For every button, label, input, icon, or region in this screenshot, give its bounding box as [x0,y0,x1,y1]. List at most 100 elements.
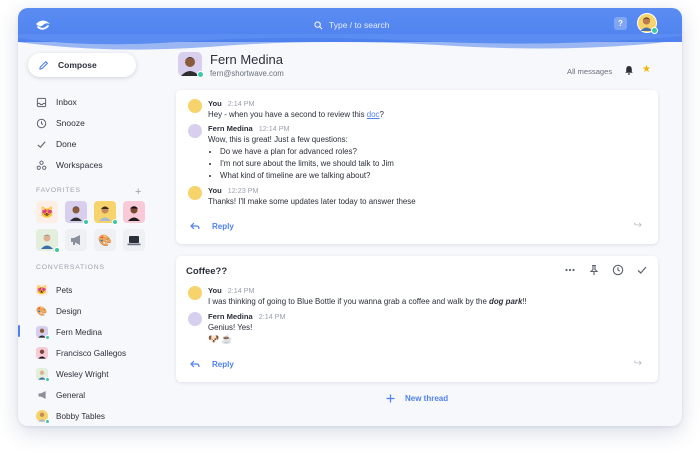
favorite-francisco-gallegos[interactable] [123,201,145,223]
app-window: Type / to search ? Compose Inbox Snooze … [18,8,682,426]
favorite-bobby-tables[interactable] [94,201,118,225]
conversation-item-wesley-wright[interactable]: Wesley Wright [36,367,108,382]
nav-item-done[interactable]: Done [36,137,76,151]
reply-icon [190,360,200,368]
user-avatar[interactable] [637,13,658,34]
bell-icon[interactable] [624,65,634,75]
conversations-heading: CONVERSATIONS [36,264,105,271]
nav-item-snooze[interactable]: Snooze [36,116,85,130]
pencil-icon [39,60,48,70]
message-time: 2:14 PM [258,312,286,321]
online-status-dot [45,419,50,424]
conversation-item-bobby-tables[interactable]: Bobby Tables [36,409,106,424]
shortwave-logo-icon[interactable] [34,16,52,34]
reply-button[interactable]: Reply [190,222,234,231]
megaphone-icon [71,235,80,245]
online-status-dot [651,27,658,34]
thread-title: Coffee?? [186,266,228,277]
conversation-item-fern-medina[interactable]: Fern Medina [36,325,102,340]
contact-name: Fern Medina [210,52,283,67]
message-time: 2:14 PM [227,99,255,108]
message-body: Wow, this is great! Just a few questions… [208,134,394,182]
doc-link[interactable]: doc [367,110,380,119]
sender-name: You [208,99,222,108]
forward-icon[interactable]: ↪ [634,358,642,369]
add-favorite-button[interactable]: + [135,187,141,198]
forward-icon[interactable]: ↪ [634,220,642,231]
favorites-heading: FAVORITES [36,187,81,194]
avatar [188,124,202,138]
check-icon[interactable] [636,263,648,275]
clock-icon[interactable] [612,263,624,276]
message[interactable]: You 2:14 PM I was thinking of going to Bl… [188,286,527,308]
avatar [36,326,50,340]
sender-name: Fern Medina [208,312,253,321]
new-thread-button[interactable]: New thread [386,394,448,403]
avatar [188,286,202,300]
compose-button[interactable]: Compose [28,53,136,77]
pin-icon[interactable] [588,263,600,275]
contact-email: fern@shortwave.com [210,69,284,78]
contact-avatar[interactable] [178,52,204,78]
conversation-item-pets[interactable]: 😻 Pets [36,283,72,297]
list-item: I'm not sure about the limits, we should… [220,158,394,170]
nav-item-workspaces[interactable]: Workspaces [36,158,103,172]
online-status-dot [45,377,50,382]
search-bar[interactable]: Type / to search [314,16,389,34]
avatar [41,234,53,249]
main-panel: Fern Medina fern@shortwave.com All messa… [164,42,682,426]
online-status-dot [197,71,204,78]
inbox-icon [36,97,47,107]
nav-item-label: Workspaces [56,160,103,170]
conversation-label: Francisco Gallegos [56,348,127,358]
online-status-dot [45,335,50,340]
message-time: 2:14 PM [227,286,255,295]
reply-button[interactable]: Reply [190,360,234,369]
avatar [188,99,202,113]
check-icon [37,140,46,148]
favorite-fern-medina[interactable] [65,201,89,225]
palette-icon: 🎨 [98,234,112,247]
avatar [36,410,50,424]
avatar [36,347,48,359]
list-item: What kind of timeline are we talking abo… [220,170,394,182]
reply-label: Reply [212,360,234,369]
sender-name: You [208,286,222,295]
nav-item-inbox[interactable]: Inbox [36,95,77,109]
favorite-wesley-wright[interactable] [36,229,60,253]
emoji-attachments: 🐶☕ [208,334,235,344]
conversation-item-general[interactable]: General [36,388,85,402]
message[interactable]: Fern Medina 12:14 PM Wow, this is great! … [188,124,394,182]
message-body: I was thinking of going to Blue Bottle i… [208,297,527,306]
message-filter-dropdown[interactable]: All messages [567,67,612,76]
message-body: Hey - when you have a second to review t… [208,110,384,119]
cat-face-icon: 😻 [36,284,48,296]
new-thread-label: New thread [405,394,449,403]
avatar [99,206,111,221]
message-time: 12:14 PM [258,124,290,133]
star-icon[interactable]: ★ [642,64,651,75]
favorite-pets[interactable]: 😻 [36,201,58,223]
message[interactable]: Fern Medina 2:14 PM Genius! Yes! 🐶☕ [188,312,286,345]
avatar [36,368,50,382]
favorite-engineering[interactable] [123,229,145,251]
conversation-label: Bobby Tables [56,411,106,421]
thread-actions [564,263,648,276]
reply-icon [190,222,200,230]
favorite-design[interactable]: 🎨 [94,229,116,251]
laptop-icon [127,235,141,245]
online-status-dot [83,219,89,225]
message-body: Genius! Yes! [208,323,253,332]
conversation-item-design[interactable]: 🎨 Design [36,304,81,318]
plus-icon [386,394,395,403]
clock-icon [36,118,47,128]
help-button[interactable]: ? [614,17,627,30]
message[interactable]: You 12:23 PM Thanks! I'll make some updat… [188,186,416,208]
avatar [70,206,82,221]
conversation-item-francisco-gallegos[interactable]: Francisco Gallegos [36,346,126,360]
message[interactable]: You 2:14 PM Hey - when you have a second … [188,99,384,121]
more-options-icon[interactable] [564,263,576,275]
sender-name: You [208,186,222,195]
thread-card: Coffee?? You 2:14 PM I was thinking of go… [176,256,658,382]
favorite-general[interactable] [65,229,87,251]
